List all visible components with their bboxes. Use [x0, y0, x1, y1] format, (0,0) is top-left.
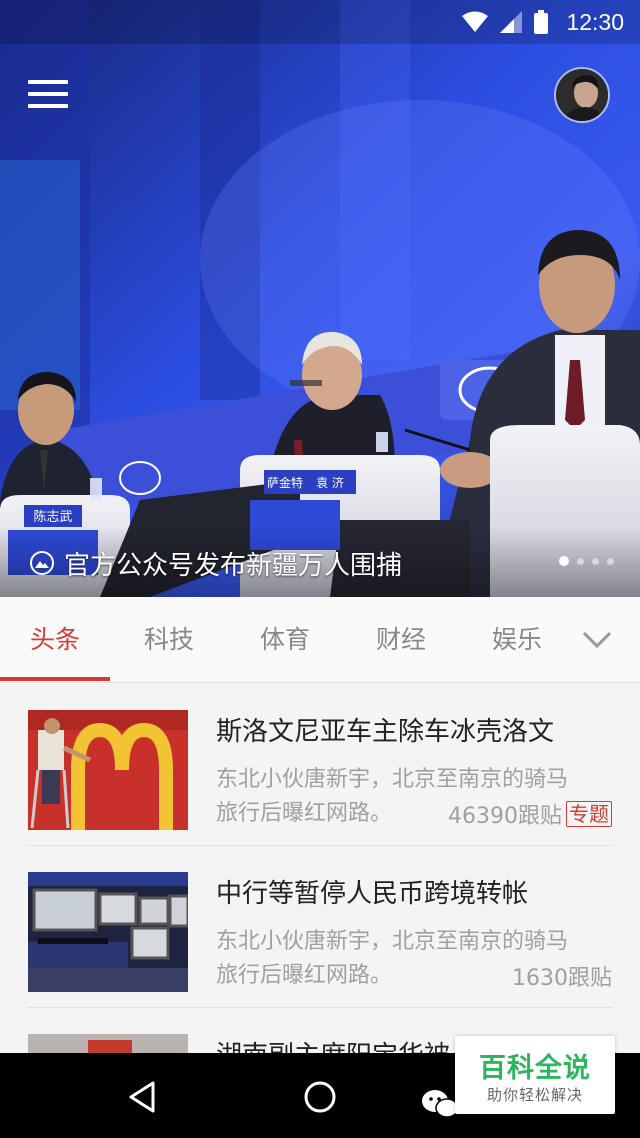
carousel-dot[interactable] [577, 557, 584, 565]
building-photo [28, 1034, 188, 1053]
tab-finance[interactable]: 财经 [351, 597, 451, 683]
status-bar: 12:30 [0, 0, 640, 44]
tab-sports[interactable]: 体育 [235, 597, 335, 683]
category-tab-bar: 头条 科技 体育 财经 娱乐 [0, 597, 640, 683]
news-item[interactable]: 斯洛文尼亚车主除车冰壳洛文 东北小伙唐新宇，北京至南京的骑马 旅行后曝红网路。 … [0, 683, 640, 846]
nameplate-center-b-text: 袁 济 [316, 475, 344, 490]
hero-caption[interactable]: 官方公众号发布新疆万人围捕 [30, 543, 402, 583]
carousel-dot[interactable] [592, 557, 599, 565]
user-avatar-image [556, 69, 608, 121]
tab-entertainment[interactable]: 娱乐 [467, 597, 567, 683]
nameplate-left-text: 陈志武 [33, 509, 72, 525]
status-icons: 12:30 [462, 8, 624, 36]
carousel-dots [559, 556, 614, 566]
news-thumbnail [28, 872, 188, 992]
signal-icon [500, 11, 523, 33]
carousel-dot-active[interactable] [559, 556, 569, 566]
news-app-screen: 陈志武 萨金特 袁 济 12:30 官方公众号发布新疆万人围捕 头条 科技 体育… [0, 0, 640, 1138]
status-time: 12:30 [566, 8, 624, 35]
control-room-photo [28, 872, 188, 992]
hero-photo: 陈志武 萨金特 袁 济 [0, 0, 640, 597]
watermark-subtitle: 助你轻松解决 [486, 1086, 583, 1104]
hero-caption-text: 官方公众号发布新疆万人围捕 [64, 550, 403, 581]
hero-carousel[interactable]: 陈志武 萨金特 袁 济 12:30 官方公众号发布新疆万人围捕 [0, 0, 640, 597]
watermark-badge: 百科全说 助你轻松解决 [455, 1036, 615, 1114]
news-title: 斯洛文尼亚车主除车冰壳洛文 [216, 717, 555, 747]
news-meta: 46390跟贴 专题 [448, 797, 612, 831]
active-tab-indicator [0, 677, 110, 681]
avatar[interactable] [554, 67, 610, 123]
topic-badge: 专题 [566, 801, 612, 827]
menu-button[interactable] [22, 74, 74, 114]
news-summary-line: 东北小伙唐新宇，北京至南京的骑马 [216, 767, 569, 792]
news-thumbnail [28, 710, 188, 830]
news-item[interactable]: 中行等暂停人民币跨境转帐 东北小伙唐新宇，北京至南京的骑马 旅行后曝红网路。 1… [0, 845, 640, 1008]
carousel-dot[interactable] [607, 557, 614, 565]
news-title: 中行等暂停人民币跨境转帐 [216, 879, 529, 909]
battery-icon [534, 10, 549, 34]
tab-headlines[interactable]: 头条 [5, 597, 105, 683]
back-triangle-icon[interactable] [120, 1075, 164, 1119]
chevron-down-icon[interactable] [578, 621, 616, 659]
nameplate-center-a-text: 萨金特 [267, 475, 303, 490]
wifi-icon [462, 11, 489, 32]
tab-tech[interactable]: 科技 [119, 597, 219, 683]
watermark-title: 百科全说 [479, 1053, 591, 1084]
news-summary-line: 东北小伙唐新宇，北京至南京的骑马 [216, 929, 569, 954]
news-thumbnail [28, 1034, 188, 1053]
reply-count: 1630跟贴 [512, 966, 612, 991]
news-meta: 1630跟贴 [512, 959, 612, 993]
home-circle-icon[interactable] [298, 1075, 342, 1119]
mcdonalds-sign-photo [28, 710, 188, 830]
image-gallery-icon [30, 551, 54, 575]
reply-count: 46390跟贴 [448, 804, 562, 829]
news-list: 斯洛文尼亚车主除车冰壳洛文 东北小伙唐新宇，北京至南京的骑马 旅行后曝红网路。 … [0, 683, 640, 1053]
wechat-icon [422, 1090, 459, 1118]
